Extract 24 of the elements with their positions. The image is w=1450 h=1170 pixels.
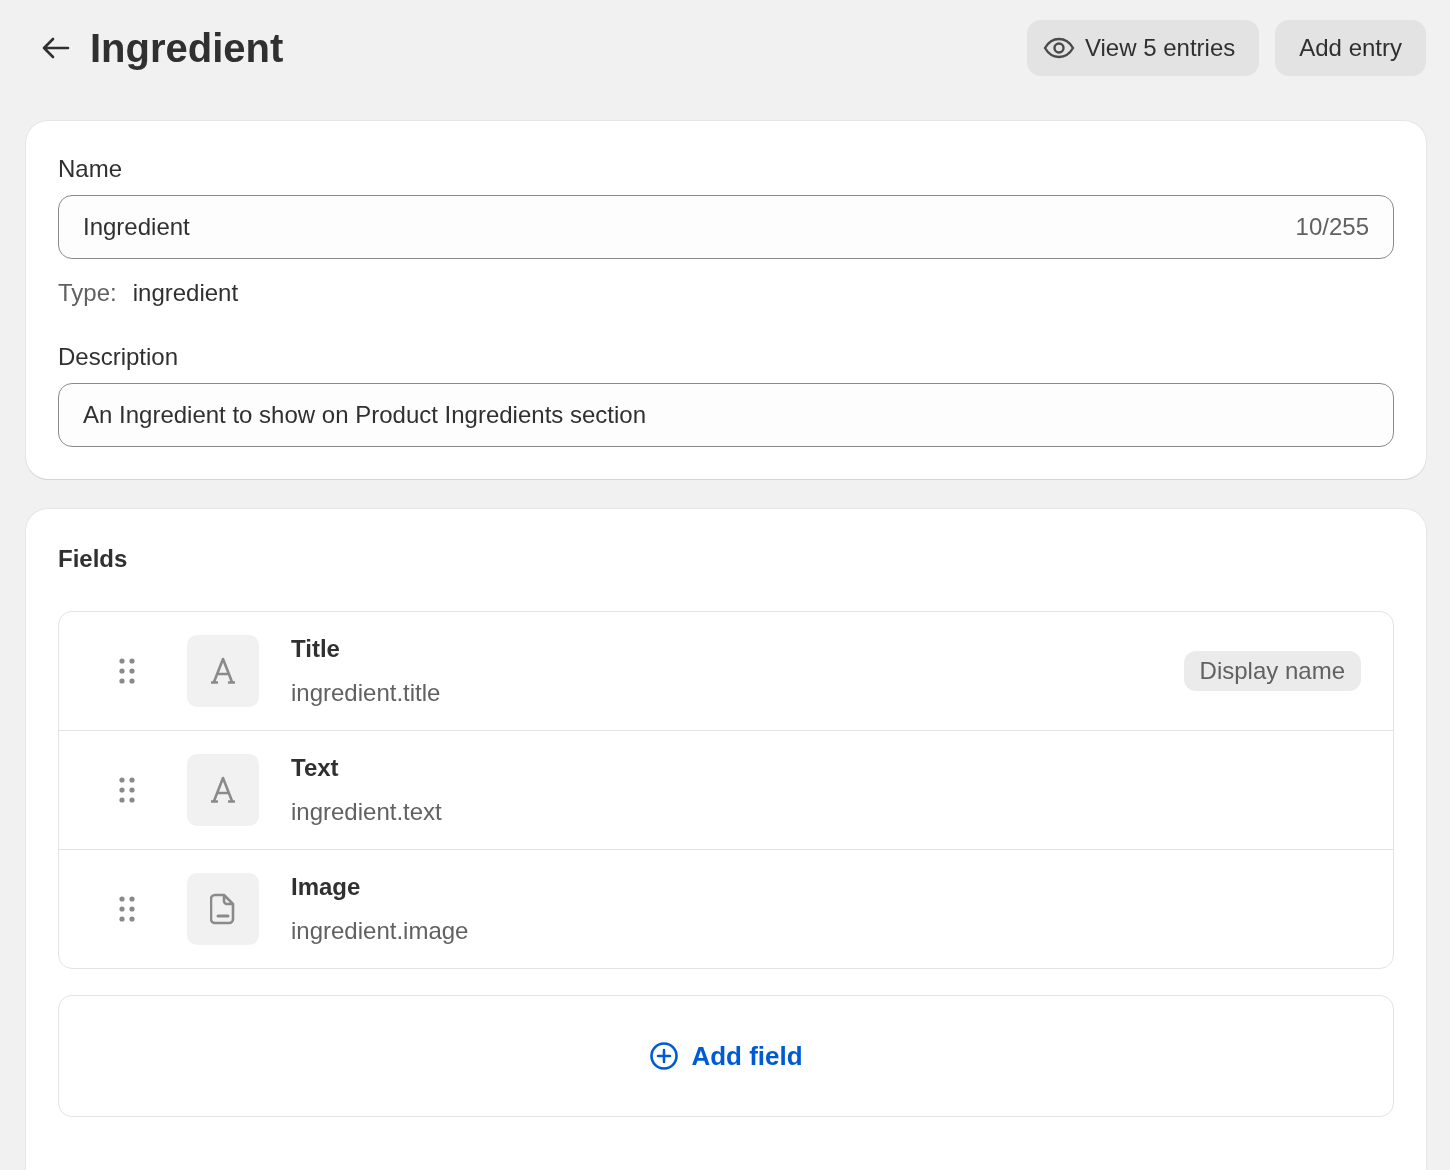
view-entries-button[interactable]: View 5 entries bbox=[1026, 20, 1260, 76]
name-field[interactable]: Ingredient 10/255 bbox=[58, 195, 1394, 259]
field-name: Image bbox=[291, 873, 362, 901]
field-key: ingredient.image bbox=[291, 917, 1361, 945]
description-field[interactable]: An Ingredient to show on Product Ingredients section bbox=[58, 383, 1394, 447]
add-entry-button[interactable]: Add entry bbox=[1275, 20, 1426, 76]
field-key: ingredient.text bbox=[291, 798, 1361, 826]
page-title: Ingredient bbox=[90, 25, 284, 71]
description-label: Description bbox=[58, 343, 180, 371]
display-name-badge: Display name bbox=[1183, 651, 1361, 691]
field-row[interactable]: Text ingredient.text bbox=[59, 730, 1393, 849]
field-row[interactable]: Image ingredient.image bbox=[59, 849, 1393, 968]
add-field-button[interactable]: Add field bbox=[643, 1039, 809, 1073]
description-value: An Ingredient to show on Product Ingredients section bbox=[83, 401, 647, 429]
fields-heading: Fields bbox=[58, 545, 129, 573]
name-value: Ingredient bbox=[83, 213, 191, 241]
field-name: Text bbox=[291, 754, 340, 782]
name-label: Name bbox=[58, 155, 124, 183]
type-value: ingredient bbox=[132, 279, 239, 307]
field-name: Title bbox=[291, 635, 341, 663]
field-key: ingredient.title bbox=[291, 679, 1184, 707]
field-row[interactable]: Title ingredient.title Display name bbox=[59, 612, 1393, 730]
type-label: Type: bbox=[58, 279, 117, 307]
character-counter: 10/255 bbox=[1295, 213, 1369, 241]
